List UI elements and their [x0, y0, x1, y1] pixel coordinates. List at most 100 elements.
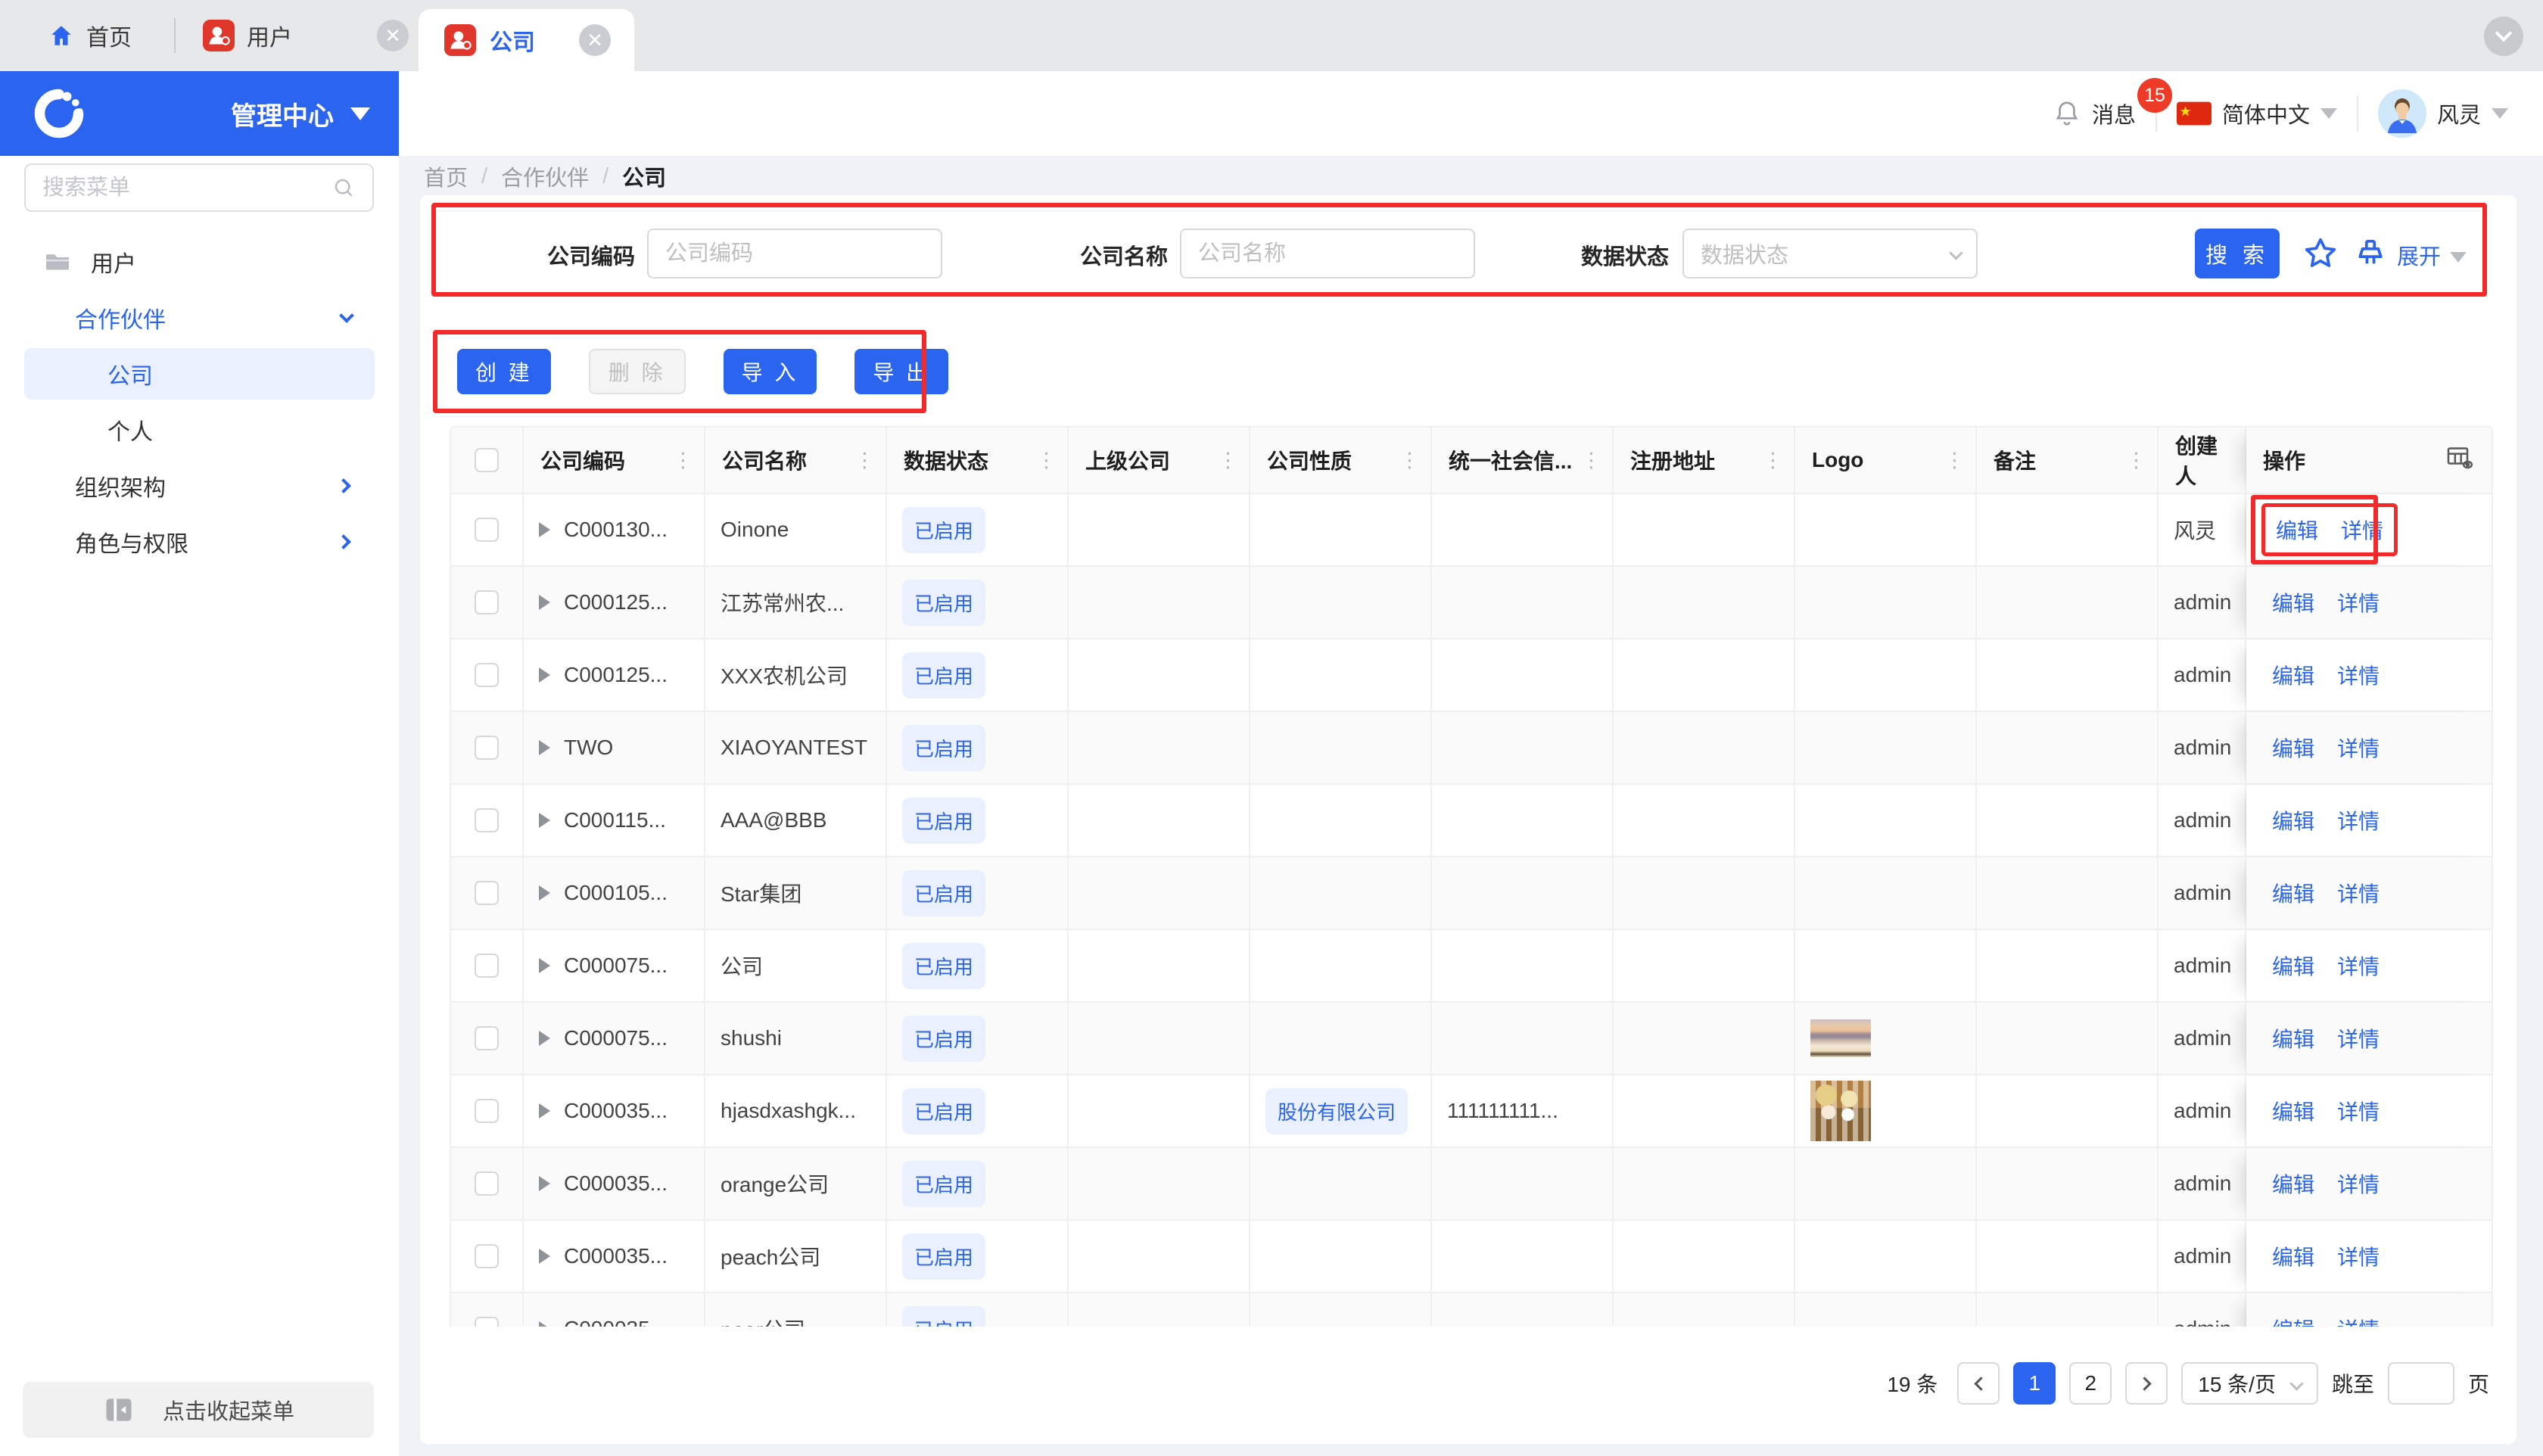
expand-caret-icon[interactable]: [539, 1176, 550, 1191]
edit-link[interactable]: 编辑: [2272, 733, 2314, 763]
next-page-button[interactable]: [2125, 1362, 2168, 1405]
detail-link[interactable]: 详情: [2337, 733, 2380, 763]
edit-link[interactable]: 编辑: [2272, 587, 2314, 618]
detail-link[interactable]: 详情: [2337, 1314, 2380, 1327]
row-checkbox[interactable]: [475, 1244, 499, 1268]
tab-home[interactable]: 首页: [48, 19, 132, 52]
edit-link[interactable]: 编辑: [2272, 805, 2314, 835]
row-checkbox[interactable]: [475, 736, 499, 760]
filter-code-field[interactable]: [647, 229, 942, 278]
detail-link[interactable]: 详情: [2337, 660, 2380, 690]
page-2-button[interactable]: 2: [2069, 1362, 2112, 1405]
detail-link[interactable]: 详情: [2341, 515, 2383, 545]
tab-user-close-icon[interactable]: ✕: [377, 20, 409, 51]
select-all-checkbox[interactable]: [475, 448, 499, 472]
expand-toggle[interactable]: 展开: [2397, 239, 2467, 271]
row-checkbox[interactable]: [475, 1099, 499, 1123]
row-checkbox[interactable]: [475, 1171, 499, 1196]
edit-link[interactable]: 编辑: [2272, 1314, 2314, 1327]
favorite-star-icon[interactable]: [2302, 235, 2339, 272]
sidebar-item-personal[interactable]: 个人: [24, 404, 375, 456]
edit-link[interactable]: 编辑: [2272, 1241, 2314, 1271]
detail-link[interactable]: 详情: [2337, 878, 2380, 908]
edit-link[interactable]: 编辑: [2276, 515, 2318, 545]
detail-link[interactable]: 详情: [2337, 587, 2380, 618]
header-select-all[interactable]: [451, 428, 524, 493]
prev-page-button[interactable]: [1957, 1362, 2000, 1405]
detail-link[interactable]: 详情: [2337, 1168, 2380, 1199]
header-creator[interactable]: 创建人: [2159, 428, 2246, 493]
header-address[interactable]: 注册地址 ⋮: [1614, 428, 1795, 493]
column-menu-icon[interactable]: ⋮: [673, 449, 693, 472]
row-checkbox[interactable]: [475, 881, 499, 905]
column-settings-icon[interactable]: [2445, 443, 2475, 478]
sidebar-item-organization[interactable]: 组织架构: [24, 460, 375, 512]
expand-caret-icon[interactable]: [539, 667, 550, 683]
expand-caret-icon[interactable]: [539, 522, 550, 537]
tabbar-chevron-down-icon[interactable]: [2484, 17, 2523, 56]
column-menu-icon[interactable]: ⋮: [1036, 449, 1057, 472]
expand-caret-icon[interactable]: [539, 813, 550, 828]
search-button[interactable]: 搜 索: [2195, 229, 2280, 278]
page-size-select[interactable]: 15 条/页: [2181, 1362, 2318, 1405]
filter-name-field[interactable]: [1180, 229, 1475, 278]
detail-link[interactable]: 详情: [2337, 805, 2380, 835]
column-menu-icon[interactable]: ⋮: [1218, 449, 1238, 472]
column-menu-icon[interactable]: ⋮: [1581, 449, 1601, 472]
row-checkbox[interactable]: [475, 1317, 499, 1327]
tab-user[interactable]: 用户 ✕: [203, 19, 409, 52]
filter-code-input[interactable]: [665, 241, 924, 266]
sidebar-item-company[interactable]: 公司: [24, 348, 375, 400]
edit-link[interactable]: 编辑: [2272, 660, 2314, 690]
expand-caret-icon[interactable]: [539, 740, 550, 755]
sidebar-search[interactable]: [24, 163, 374, 212]
column-menu-icon[interactable]: ⋮: [1399, 449, 1420, 472]
messages-button[interactable]: 消息 15: [2053, 78, 2172, 129]
edit-link[interactable]: 编辑: [2272, 1096, 2314, 1126]
header-credit-code[interactable]: 统一社会信... ⋮: [1432, 428, 1614, 493]
filter-status-select[interactable]: 数据状态: [1682, 229, 1978, 278]
header-remark[interactable]: 备注 ⋮: [1977, 428, 2159, 493]
sidebar-item-partners[interactable]: 合作伙伴: [24, 292, 375, 344]
clear-brush-icon[interactable]: [2352, 235, 2389, 272]
page-1-button[interactable]: 1: [2013, 1362, 2056, 1405]
header-parent-company[interactable]: 上级公司 ⋮: [1069, 428, 1250, 493]
row-checkbox[interactable]: [475, 663, 499, 687]
column-menu-icon[interactable]: ⋮: [1944, 449, 1965, 472]
header-company-code[interactable]: 公司编码 ⋮: [524, 428, 705, 493]
tab-company-active[interactable]: 公司 ✕: [419, 9, 634, 71]
expand-caret-icon[interactable]: [539, 1249, 550, 1264]
row-checkbox[interactable]: [475, 808, 499, 832]
expand-caret-icon[interactable]: [539, 885, 550, 901]
expand-caret-icon[interactable]: [539, 595, 550, 610]
export-button[interactable]: 导 出: [854, 349, 949, 394]
sidebar-search-input[interactable]: [42, 175, 331, 201]
tab-company-close-icon[interactable]: ✕: [579, 24, 611, 56]
header-company-nature[interactable]: 公司性质 ⋮: [1250, 428, 1432, 493]
edit-link[interactable]: 编辑: [2272, 950, 2314, 981]
header-data-status[interactable]: 数据状态 ⋮: [887, 428, 1069, 493]
header-logo[interactable]: Logo ⋮: [1795, 428, 1977, 493]
detail-link[interactable]: 详情: [2337, 1096, 2380, 1126]
expand-caret-icon[interactable]: [539, 1103, 550, 1118]
import-button[interactable]: 导 入: [723, 349, 817, 394]
column-menu-icon[interactable]: ⋮: [854, 449, 875, 472]
edit-link[interactable]: 编辑: [2272, 1168, 2314, 1199]
user-menu[interactable]: 风灵: [2377, 89, 2508, 138]
jump-page-input[interactable]: [2387, 1362, 2454, 1405]
expand-caret-icon[interactable]: [539, 1321, 550, 1327]
filter-name-input[interactable]: [1198, 241, 1457, 266]
row-checkbox[interactable]: [475, 1026, 499, 1050]
row-checkbox[interactable]: [475, 590, 499, 614]
app-title[interactable]: 管理中心: [231, 95, 334, 132]
sidebar-item-roles[interactable]: 角色与权限: [24, 516, 375, 568]
header-company-name[interactable]: 公司名称 ⋮: [705, 428, 887, 493]
collapse-menu-button[interactable]: 点击收起菜单: [23, 1382, 374, 1438]
column-menu-icon[interactable]: ⋮: [1763, 449, 1783, 472]
row-checkbox[interactable]: [475, 518, 499, 542]
language-selector[interactable]: 简体中文: [2176, 98, 2337, 129]
detail-link[interactable]: 详情: [2337, 1023, 2380, 1053]
expand-caret-icon[interactable]: [539, 958, 550, 973]
edit-link[interactable]: 编辑: [2272, 1023, 2314, 1053]
breadcrumb-home[interactable]: 首页: [424, 160, 468, 192]
